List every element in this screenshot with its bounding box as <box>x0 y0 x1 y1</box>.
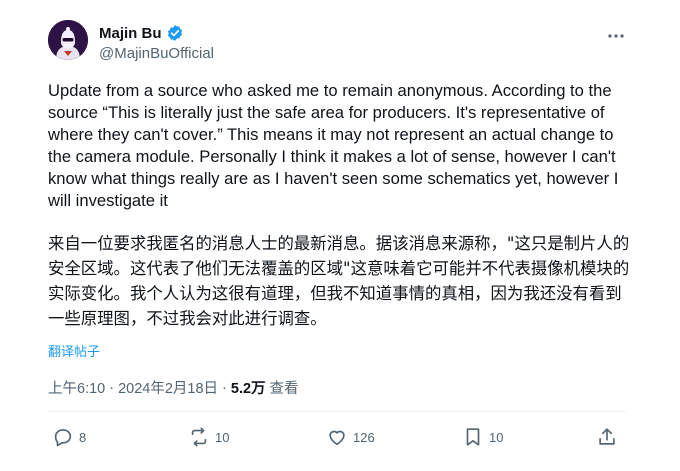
author-name[interactable]: Majin Bu <box>99 25 162 42</box>
repost-count: 10 <box>215 429 230 445</box>
more-options-icon[interactable] <box>606 26 626 46</box>
reply-button[interactable]: 8 <box>52 426 86 448</box>
reply-icon <box>54 429 72 447</box>
tweet-date[interactable]: 2024年2月18日 <box>118 377 218 398</box>
reply-count: 8 <box>79 429 87 445</box>
share-button[interactable] <box>596 426 618 448</box>
author-handle[interactable]: @MajinBuOfficial <box>99 45 214 62</box>
repost-icon <box>191 427 207 447</box>
bookmark-count: 10 <box>489 429 504 445</box>
avatar[interactable] <box>48 20 88 60</box>
meta-separator-2: · <box>222 379 227 396</box>
views-label: 查看 <box>269 381 299 397</box>
author-name-row: Majin Bu <box>99 24 184 42</box>
verified-badge-icon <box>167 25 182 41</box>
bookmark-icon <box>466 428 480 446</box>
views-count: 5.2万 <box>230 381 266 397</box>
tweet-text: Update from a source who asked me to rem… <box>48 81 624 210</box>
bookmark-button[interactable]: 10 <box>462 426 503 448</box>
tweet-header: Majin Bu @MajinBuOfficial <box>48 20 632 64</box>
avatar-image <box>48 20 88 60</box>
repost-button[interactable]: 10 <box>188 426 229 448</box>
tweet-translation-text: 来自一位要求我匿名的消息人士的最新消息。据该消息来源称，"这只是制片人的安全区域… <box>48 234 630 328</box>
share-icon <box>599 428 615 445</box>
like-button[interactable]: 126 <box>326 426 375 448</box>
divider <box>48 411 626 412</box>
translate-post-link[interactable]: 翻译帖子 <box>48 341 100 360</box>
heart-icon <box>329 430 345 446</box>
action-bar: 8 10 126 10 <box>48 422 626 452</box>
meta-separator: · <box>109 379 115 396</box>
tweet-meta: 上午6:10 · 2024年2月18日 · 5.2万 查看 <box>48 377 299 398</box>
like-count: 126 <box>353 429 375 445</box>
tweet-time[interactable]: 上午6:10 <box>48 377 105 398</box>
